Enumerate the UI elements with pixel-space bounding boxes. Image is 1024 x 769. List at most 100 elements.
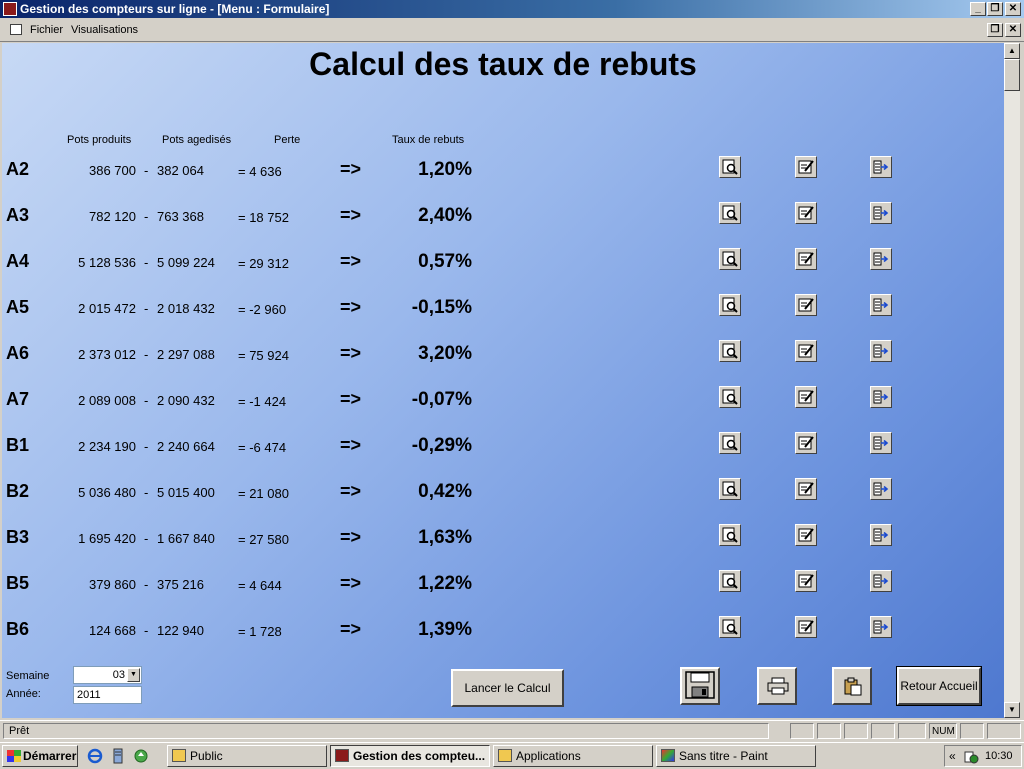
folder-icon [498,749,512,762]
table-row: B3 1 695 420-1 667 840 = 27 580 => 1,63% [2,524,1004,567]
preview-button[interactable] [719,432,741,454]
export-icon [873,528,889,542]
year-field[interactable]: 2011 [73,686,142,704]
week-select[interactable]: 03 ▼ [73,666,142,684]
loss-value: = 4 644 [238,578,282,593]
pots-produced: 5 036 480 [78,485,136,500]
taskbar-button[interactable]: Public [167,745,327,767]
server-icon[interactable] [110,748,126,764]
pots-produced: 2 089 008 [78,393,136,408]
export-button[interactable] [870,340,892,362]
menu-fichier[interactable]: Fichier [30,24,63,36]
num-lock-indicator: NUM [929,723,957,739]
child-restore-button[interactable]: ❐ [987,23,1003,37]
table-row: B1 2 234 190-2 240 664 = -6 474 => -0,29% [2,432,1004,475]
scrap-rate: 1,63% [418,527,472,548]
minus-sign: - [144,439,149,454]
recycle-icon[interactable] [133,748,149,764]
export-button[interactable] [870,616,892,638]
minus-sign: - [144,623,149,638]
preview-button[interactable] [719,294,741,316]
taskbar-button[interactable]: Gestion des compteu... [330,745,490,767]
taskbar-button[interactable]: Sans titre - Paint [656,745,816,767]
edit-button[interactable] [795,616,817,638]
window-title-bar[interactable]: Gestion des compteurs sur ligne - [Menu … [0,0,1024,18]
clock[interactable]: 10:30 [985,750,1013,762]
scrap-rate: 1,39% [418,619,472,640]
export-button[interactable] [870,202,892,224]
menu-visualisations[interactable]: Visualisations [71,24,138,36]
preview-button[interactable] [719,340,741,362]
preview-button[interactable] [719,524,741,546]
taskbar-button[interactable]: Applications [493,745,653,767]
preview-button[interactable] [719,570,741,592]
export-button[interactable] [870,156,892,178]
vertical-scrollbar[interactable]: ▲ ▼ [1004,43,1020,718]
export-button[interactable] [870,524,892,546]
close-button[interactable]: ✕ [1005,2,1021,16]
ie-icon[interactable] [87,748,103,764]
export-button[interactable] [870,478,892,500]
edit-button[interactable] [795,570,817,592]
restore-button[interactable]: ❐ [987,2,1003,16]
row-code: A6 [6,343,30,363]
edit-button[interactable] [795,202,817,224]
preview-button[interactable] [719,386,741,408]
export-button[interactable] [870,570,892,592]
start-button[interactable]: Démarrer [2,745,78,767]
tray-expand-chevron[interactable]: « [949,749,956,763]
export-button[interactable] [870,386,892,408]
export-button[interactable] [870,294,892,316]
minimize-button[interactable]: _ [970,2,986,16]
home-button[interactable]: Retour Accueil [896,666,982,706]
pots-produced: 386 700 [89,163,136,178]
edit-button[interactable] [795,524,817,546]
week-value: 03 [112,669,125,681]
status-cell [817,723,841,739]
preview-icon [722,205,738,221]
clipboard-button[interactable] [832,667,872,705]
scrap-rate: -0,15% [411,297,472,318]
preview-button[interactable] [719,616,741,638]
row-code: B1 [6,435,30,455]
edit-button[interactable] [795,248,817,270]
preview-icon [722,481,738,497]
edit-button[interactable] [795,340,817,362]
edit-icon [798,206,814,220]
preview-button[interactable] [719,156,741,178]
volume-icon[interactable] [963,749,979,764]
window-title: Gestion des compteurs sur ligne - [Menu … [20,2,330,16]
pots-aged: 122 940 [157,623,204,638]
preview-button[interactable] [719,248,741,270]
edit-icon [798,298,814,312]
status-cell [844,723,868,739]
edit-button[interactable] [795,432,817,454]
preview-button[interactable] [719,202,741,224]
child-close-button[interactable]: ✕ [1005,23,1021,37]
edit-button[interactable] [795,386,817,408]
status-cell [898,723,926,739]
loss-value: = 21 080 [238,486,289,501]
chevron-down-icon[interactable]: ▼ [127,668,140,682]
form-menu-icon[interactable] [10,24,22,35]
preview-button[interactable] [719,478,741,500]
calc-button[interactable]: Lancer le Calcul [451,669,564,707]
scroll-down-icon[interactable]: ▼ [1004,702,1020,718]
table-row: A7 2 089 008-2 090 432 = -1 424 => -0,07% [2,386,1004,429]
scroll-up-icon[interactable]: ▲ [1004,43,1020,59]
edit-icon [798,436,814,450]
print-button[interactable] [757,667,797,705]
scroll-thumb[interactable] [1004,59,1020,91]
export-button[interactable] [870,432,892,454]
result-arrow: => [340,297,362,317]
edit-button[interactable] [795,156,817,178]
result-arrow: => [340,205,362,225]
preview-icon [722,435,738,451]
edit-icon [798,344,814,358]
pots-aged: 2 297 088 [157,347,215,362]
save-button[interactable] [680,667,720,705]
system-tray: « 10:30 [944,745,1022,767]
edit-button[interactable] [795,478,817,500]
export-button[interactable] [870,248,892,270]
edit-button[interactable] [795,294,817,316]
